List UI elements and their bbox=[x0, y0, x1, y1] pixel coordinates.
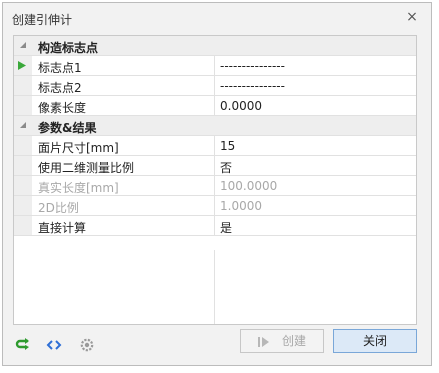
close-button[interactable]: 关闭 bbox=[333, 329, 417, 353]
row-gutter bbox=[14, 36, 32, 55]
close-button-label: 关闭 bbox=[362, 334, 387, 348]
row-gutter bbox=[14, 76, 32, 95]
close-icon[interactable]: × bbox=[405, 10, 419, 24]
create-button-label: 创建 bbox=[281, 334, 306, 348]
settings-gear-icon[interactable] bbox=[79, 337, 95, 353]
property-name: 标志点1 bbox=[38, 61, 82, 75]
property-row-real-length: 真实长度[mm] 100.0000 bbox=[14, 176, 416, 196]
property-name: 使用二维测量比例 bbox=[38, 161, 135, 175]
category-label: 构造标志点 bbox=[38, 41, 99, 55]
property-value[interactable]: 0.0000 bbox=[220, 99, 410, 113]
column-divider bbox=[214, 156, 215, 175]
expand-caret-icon[interactable] bbox=[14, 36, 32, 55]
property-name: 2D比例 bbox=[38, 201, 79, 215]
row-gutter bbox=[14, 216, 32, 235]
property-name: 标志点2 bbox=[38, 81, 82, 95]
create-extensometer-dialog: 创建引伸计 × 构造标志点 标志点1 --------------- 标志点2 … bbox=[2, 2, 432, 366]
column-divider bbox=[214, 56, 215, 75]
property-row-landmark-2[interactable]: 标志点2 --------------- bbox=[14, 76, 416, 96]
category-parameters-results[interactable]: 参数&结果 bbox=[14, 116, 416, 136]
property-row-patch-size[interactable]: 面片尺寸[mm] 15 bbox=[14, 136, 416, 156]
refresh-arrow-icon[interactable] bbox=[15, 337, 31, 353]
dialog-title: 创建引伸计 bbox=[12, 13, 73, 27]
current-row-arrow-icon bbox=[18, 61, 26, 70]
property-row-direct-compute[interactable]: 直接计算 是 bbox=[14, 216, 416, 236]
property-value[interactable]: 是 bbox=[220, 219, 410, 236]
property-name: 真实长度[mm] bbox=[38, 181, 119, 195]
property-row-landmark-1[interactable]: 标志点1 --------------- bbox=[14, 56, 416, 76]
property-name: 直接计算 bbox=[38, 221, 87, 235]
property-grid: 构造标志点 标志点1 --------------- 标志点2 --------… bbox=[13, 35, 417, 325]
row-gutter bbox=[14, 176, 32, 195]
property-value[interactable]: --------------- bbox=[220, 59, 410, 73]
property-value: 1.0000 bbox=[220, 199, 262, 213]
row-gutter bbox=[14, 156, 32, 175]
column-divider bbox=[214, 96, 215, 115]
property-row-use-2d-scale[interactable]: 使用二维测量比例 否 bbox=[14, 156, 416, 176]
column-divider bbox=[214, 250, 215, 324]
property-row-pixel-length[interactable]: 像素长度 0.0000 bbox=[14, 96, 416, 116]
property-name: 像素长度 bbox=[38, 101, 87, 115]
row-gutter bbox=[14, 196, 32, 215]
property-row-2d-scale: 2D比例 1.0000 bbox=[14, 196, 416, 216]
category-landmarks[interactable]: 构造标志点 bbox=[14, 36, 416, 56]
row-gutter bbox=[14, 56, 32, 75]
column-divider bbox=[214, 136, 215, 155]
dialog-footer: 创建 关闭 bbox=[3, 325, 431, 365]
row-gutter bbox=[14, 116, 32, 135]
property-value[interactable]: 否 bbox=[220, 159, 410, 176]
category-label: 参数&结果 bbox=[38, 121, 97, 135]
expand-caret-icon[interactable] bbox=[14, 116, 32, 135]
column-divider bbox=[214, 216, 215, 235]
property-value: 100.0000 bbox=[220, 179, 278, 193]
column-divider bbox=[214, 196, 215, 215]
create-button[interactable]: 创建 bbox=[240, 329, 324, 353]
column-divider bbox=[214, 76, 215, 95]
column-divider bbox=[214, 176, 215, 195]
property-name: 面片尺寸[mm] bbox=[38, 141, 119, 155]
row-gutter bbox=[14, 136, 32, 155]
title-bar: 创建引伸计 × bbox=[3, 3, 431, 33]
run-icon bbox=[257, 336, 269, 347]
code-brackets-icon[interactable] bbox=[46, 337, 62, 353]
property-value[interactable]: 15 bbox=[220, 139, 410, 153]
grid-empty-area bbox=[14, 250, 416, 324]
property-value[interactable]: --------------- bbox=[220, 79, 410, 93]
row-gutter bbox=[14, 96, 32, 115]
